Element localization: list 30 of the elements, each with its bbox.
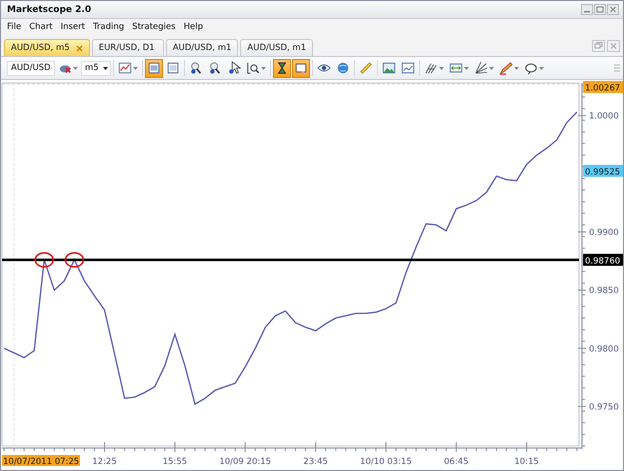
- chart-tab[interactable]: AUD/USD, m1: [166, 39, 238, 56]
- price-tag: 0.99525: [583, 164, 623, 178]
- menu-item[interactable]: Chart: [25, 22, 57, 32]
- price-label: 0.9750: [589, 402, 619, 412]
- chart-tab[interactable]: AUD/USD, m5: [4, 39, 90, 56]
- symbol-dropdown[interactable]: AUD/USD: [7, 60, 55, 76]
- chart-tab[interactable]: EUR/USD, D1: [92, 39, 164, 56]
- price-label: 0.9850: [589, 286, 619, 296]
- menu-item[interactable]: Insert: [56, 22, 89, 32]
- ref-line-label: 0.98760: [585, 256, 620, 266]
- time-label: 10/09 20:15: [219, 457, 272, 466]
- time-label: 10/10 03:15: [360, 457, 412, 466]
- menu-item[interactable]: Trading: [88, 22, 128, 32]
- timeframe-dropdown[interactable]: m5: [81, 60, 111, 76]
- time-label: 06:45: [444, 457, 468, 466]
- price-tag: 0.98760: [583, 254, 623, 266]
- time-label: 10:15: [514, 457, 539, 466]
- time-label: 15:55: [162, 457, 188, 466]
- price-label: 0.9800: [589, 344, 619, 354]
- menu-item[interactable]: Strategies: [128, 22, 180, 32]
- price-tag: 1.00267: [583, 81, 623, 94]
- chart-tab[interactable]: AUD/USD, m1: [240, 39, 314, 56]
- window-title: Marketscope 2.0: [7, 4, 92, 14]
- menu-item[interactable]: Help: [180, 22, 207, 32]
- time-label: 23:45: [303, 457, 328, 466]
- price-label: 1.0000: [589, 112, 619, 122]
- time-tag: 10/07/2011 07:25: [2, 455, 80, 466]
- menu-item[interactable]: File: [3, 22, 26, 32]
- price-label: 0.9900: [589, 228, 619, 238]
- time-label: 12:25: [92, 457, 117, 466]
